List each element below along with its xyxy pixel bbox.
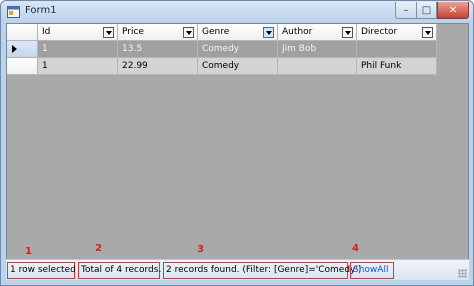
app-icon (7, 6, 20, 18)
column-header-genre[interactable]: Genre (198, 24, 278, 41)
table-cell[interactable]: 1 (38, 58, 118, 75)
form-window: Form1 – □ ✕ Id Price Genre Author Direct… (0, 0, 474, 286)
column-header-author[interactable]: Author (278, 24, 357, 41)
minimize-icon: – (403, 4, 409, 16)
maximize-button[interactable]: □ (416, 2, 437, 19)
table-row[interactable]: 1 22.99 Comedy Phil Funk (7, 58, 437, 75)
table-cell[interactable]: Comedy (198, 41, 278, 58)
filter-dropdown-director[interactable] (422, 27, 433, 38)
filter-active-icon (265, 30, 272, 35)
filter-result-status: 2 records found. (Filter: [Genre]='Comed… (163, 262, 361, 279)
column-header-id[interactable]: Id (38, 24, 118, 41)
filter-dropdown-genre[interactable] (263, 27, 274, 38)
callout-number-3: 3 (197, 244, 204, 255)
table-cell[interactable]: 13.5 (118, 41, 198, 58)
maximize-icon: □ (421, 4, 432, 16)
column-header-price[interactable]: Price (118, 24, 198, 41)
chevron-down-icon (105, 30, 112, 35)
column-header-label: Genre (202, 27, 230, 37)
column-header-label: Price (122, 27, 144, 37)
status-bar: 1 row selected Total of 4 records. 2 rec… (6, 259, 469, 280)
chevron-down-icon (185, 30, 192, 35)
callout-number-2: 2 (95, 243, 102, 254)
show-all-link[interactable]: ShowAll (350, 262, 394, 279)
chevron-down-icon (344, 30, 351, 35)
column-header-label: Author (282, 27, 313, 37)
row-header[interactable] (7, 41, 38, 58)
filter-dropdown-id[interactable] (103, 27, 114, 38)
resize-grip-icon[interactable] (458, 269, 467, 278)
total-records-status: Total of 4 records. (78, 262, 161, 279)
table-row[interactable]: 1 13.5 Comedy Jim Bob (7, 41, 437, 58)
filter-dropdown-price[interactable] (183, 27, 194, 38)
table-cell[interactable]: Comedy (198, 58, 278, 75)
filter-dropdown-author[interactable] (342, 27, 353, 38)
top-left-header-cell[interactable] (7, 24, 38, 41)
data-grid-view[interactable]: Id Price Genre Author Director 1 13.5 Co… (6, 23, 469, 280)
table-cell[interactable]: Phil Funk (357, 58, 437, 75)
window-title: Form1 (25, 5, 57, 16)
table-cell[interactable] (278, 58, 357, 75)
column-header-label: Director (361, 27, 398, 37)
rows-selected-status: 1 row selected (7, 262, 76, 279)
column-header-label: Id (42, 27, 51, 37)
column-header-director[interactable]: Director (357, 24, 437, 41)
callout-number-1: 1 (25, 246, 32, 257)
column-header-row: Id Price Genre Author Director (7, 24, 437, 41)
callout-number-4: 4 (352, 243, 359, 254)
table-cell[interactable] (357, 41, 437, 58)
close-icon: ✕ (448, 4, 458, 16)
table-cell[interactable]: Jim Bob (278, 41, 357, 58)
title-bar[interactable]: Form1 – □ ✕ (1, 1, 473, 23)
table-cell[interactable]: 22.99 (118, 58, 198, 75)
table-cell[interactable]: 1 (38, 41, 118, 58)
minimize-button[interactable]: – (395, 2, 417, 19)
chevron-down-icon (424, 30, 431, 35)
current-row-icon (12, 45, 17, 53)
row-header[interactable] (7, 58, 38, 75)
close-button[interactable]: ✕ (437, 2, 469, 19)
